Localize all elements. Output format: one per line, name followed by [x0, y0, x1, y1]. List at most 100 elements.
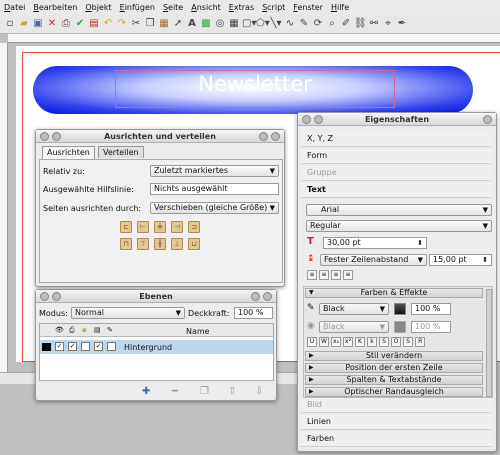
prop-tab-form[interactable]: Form — [301, 149, 491, 164]
eyedropper-icon[interactable]: ✒ — [396, 18, 408, 30]
undo-icon[interactable]: ↶ — [102, 18, 114, 30]
text-frame-icon[interactable]: A — [186, 18, 198, 30]
align-text-left-icon[interactable]: ≡ — [307, 270, 317, 280]
duplicate-layer-icon[interactable]: ❐ — [200, 386, 209, 397]
stroke-color-select[interactable]: Black ▼ — [319, 303, 389, 315]
layer-outline-checkbox[interactable] — [107, 342, 116, 351]
fill-shade-spinbox[interactable]: 100 % — [411, 321, 451, 333]
print-icon[interactable]: ⎙ — [60, 18, 72, 30]
align-left-outside-icon[interactable]: ⊏ — [120, 221, 132, 233]
shape-icon[interactable]: ▢▾ — [242, 18, 256, 30]
new-document-icon[interactable]: ▫ — [4, 18, 16, 30]
prop-tab-linien[interactable]: Linien — [301, 415, 491, 430]
colors-effects-header[interactable]: ▼ Farben & Effekte — [305, 288, 483, 298]
tab-ausrichten[interactable]: Ausrichten — [42, 146, 95, 159]
align-text-right-icon[interactable]: ≡ — [331, 270, 341, 280]
select-arrow-icon[interactable]: ➚ — [172, 18, 184, 30]
layer-visible-checkbox[interactable]: ✓ — [55, 342, 64, 351]
align-right-icon[interactable]: ⊣ — [171, 221, 183, 233]
tab-verteilen[interactable]: Verteilen — [98, 146, 144, 158]
align-right-outside-icon[interactable]: ⊐ — [188, 221, 200, 233]
small-caps-icon[interactable]: k — [367, 337, 377, 347]
window-menu-button[interactable] — [40, 132, 49, 141]
align-top-icon[interactable]: ⊤ — [137, 238, 149, 250]
word-underline-icon[interactable]: W — [319, 337, 329, 347]
opacity-spinbox[interactable]: 100 % — [234, 307, 273, 319]
table-icon[interactable]: ▦ — [228, 18, 240, 30]
prop-tab-farben[interactable]: Farben — [301, 432, 491, 447]
layers-dialog-titlebar[interactable]: Ebenen — [36, 290, 276, 303]
prop-tab-gruppe[interactable]: Gruppe — [301, 166, 491, 181]
menu-fenster[interactable]: Fenster — [289, 3, 327, 12]
fill-color-select[interactable]: Black ▼ — [319, 321, 389, 333]
open-folder-icon[interactable]: ▰ — [18, 18, 30, 30]
properties-titlebar[interactable]: Eigenschaften — [298, 113, 496, 126]
line-spacing-mode-select[interactable]: Fester Zeilenabstand ▼ — [320, 254, 427, 266]
blend-mode-select[interactable]: Normal ▼ — [71, 307, 185, 319]
prop-tab-xyz[interactable]: X, Y, Z — [301, 132, 491, 147]
shade-button[interactable] — [52, 292, 61, 301]
menu-ansicht[interactable]: Ansicht — [187, 3, 225, 12]
rotate-icon[interactable]: ⟳ — [312, 18, 324, 30]
close-icon[interactable]: ✕ — [46, 18, 58, 30]
cut-icon[interactable]: ✂ — [130, 18, 142, 30]
line-icon[interactable]: ╲▾ — [270, 18, 282, 30]
raise-layer-icon[interactable]: ⇧ — [228, 386, 236, 397]
spin-arrows-icon[interactable]: ⬍ — [417, 238, 423, 248]
strikethrough-icon[interactable]: S — [379, 337, 389, 347]
shadow-text-icon[interactable]: S — [403, 337, 413, 347]
layer-print-checkbox[interactable]: ✓ — [68, 342, 77, 351]
redo-icon[interactable]: ↷ — [116, 18, 128, 30]
underline-icon[interactable]: U — [307, 337, 317, 347]
shade-button[interactable] — [52, 132, 61, 141]
relative-to-select[interactable]: Zuletzt markiertes ▼ — [150, 165, 279, 177]
prop-tab-text[interactable]: Text — [301, 183, 491, 198]
first-line-section[interactable]: ▶ Position der ersten Zeile — [305, 363, 483, 373]
menu-einfuegen[interactable]: Einfügen — [116, 3, 159, 12]
close-button[interactable] — [271, 132, 280, 141]
freehand-icon[interactable]: ✎ — [298, 18, 310, 30]
banner-title[interactable]: Newsletter — [115, 72, 395, 96]
remove-layer-icon[interactable]: ━ — [172, 386, 178, 397]
align-bottom-outside-icon[interactable]: ⊔ — [188, 238, 200, 250]
align-center-vertical-icon[interactable]: ╫ — [154, 238, 166, 250]
selected-guide-field[interactable]: Nichts ausgewählt — [150, 183, 279, 195]
line-spacing-spinbox[interactable]: 15,00 pt ⬍ — [429, 254, 492, 266]
vertical-ruler[interactable] — [0, 43, 8, 373]
align-dialog-titlebar[interactable]: Ausrichten und verteilen — [36, 130, 284, 143]
superscript-icon[interactable]: x² — [343, 337, 353, 347]
unlink-frames-icon[interactable]: ⚯ — [368, 18, 380, 30]
menu-datei[interactable]: Datei — [0, 3, 29, 12]
optical-margin-section[interactable]: ▶ Optischer Randausgleich — [305, 387, 483, 397]
align-left-icon[interactable]: ⊢ — [137, 221, 149, 233]
polygon-icon[interactable]: ⬠▾ — [256, 18, 270, 30]
subscript-icon[interactable]: x₂ — [331, 337, 341, 347]
reset-text-icon[interactable]: Я — [415, 337, 425, 347]
shade-button[interactable] — [314, 115, 323, 124]
align-edges-select[interactable]: Verschieben (gleiche Größe) ▼ — [150, 202, 279, 214]
close-button[interactable] — [483, 115, 492, 124]
menu-extras[interactable]: Extras — [225, 3, 258, 12]
lower-layer-icon[interactable]: ⇩ — [255, 386, 263, 397]
prop-tab-bild[interactable]: Bild — [301, 398, 491, 413]
minimize-button[interactable] — [259, 132, 268, 141]
columns-spacing-section[interactable]: ▶ Spalten & Textabstände — [305, 375, 483, 385]
all-caps-icon[interactable]: K — [355, 337, 365, 347]
window-menu-button[interactable] — [302, 115, 311, 124]
edit-contents-icon[interactable]: ✐ — [340, 18, 352, 30]
align-text-center-icon[interactable]: ≡ — [319, 270, 329, 280]
menu-objekt[interactable]: Objekt — [81, 3, 115, 12]
measure-icon[interactable]: ⌖ — [382, 18, 394, 30]
style-change-section[interactable]: ▶ Stil verändern — [305, 351, 483, 361]
menu-script[interactable]: Script — [258, 3, 289, 12]
font-style-select[interactable]: Regular ▼ — [306, 220, 492, 232]
copy-icon[interactable]: ❐ — [144, 18, 156, 30]
close-button[interactable] — [263, 292, 272, 301]
align-text-justify-icon[interactable]: ≡ — [343, 270, 353, 280]
stroke-shade-spinbox[interactable]: 100 % — [411, 303, 451, 315]
align-top-outside-icon[interactable]: ⊓ — [120, 238, 132, 250]
horizontal-ruler[interactable] — [8, 34, 500, 43]
paste-icon[interactable]: ▦ — [158, 18, 170, 30]
minimize-button[interactable] — [251, 292, 260, 301]
outline-text-icon[interactable]: O — [391, 337, 401, 347]
